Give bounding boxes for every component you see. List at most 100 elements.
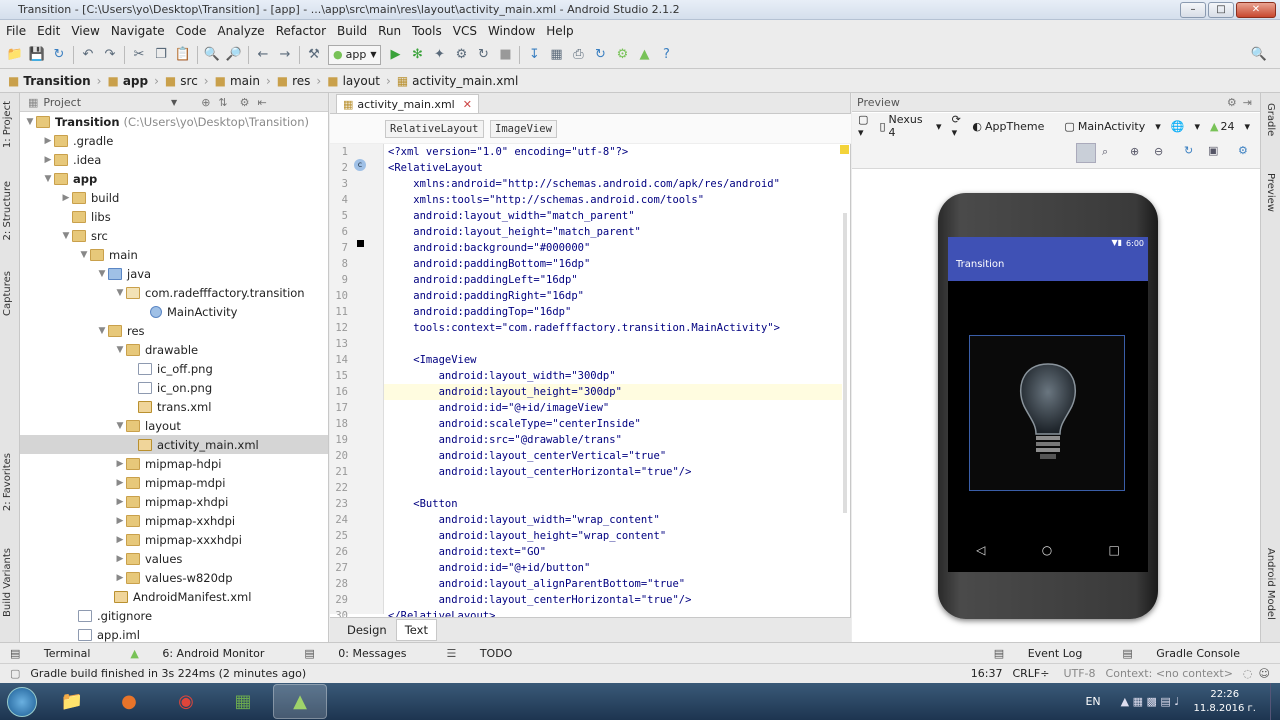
expand-icon[interactable]: ▼ <box>96 269 108 279</box>
tray-icons[interactable]: ▲ ▦ ▩ ▤ ♩ <box>1121 695 1180 708</box>
tree-item[interactable]: ▶ build <box>20 188 328 207</box>
paste-icon[interactable]: 📋 <box>172 44 194 66</box>
menu-tools[interactable]: Tools <box>406 24 447 38</box>
expand-icon[interactable]: ▼ <box>114 421 126 431</box>
gear-icon[interactable]: ⚙ <box>1227 96 1237 109</box>
tree-item[interactable]: libs <box>20 207 328 226</box>
terminal-tab[interactable]: ▤ Terminal <box>10 647 110 660</box>
save-icon[interactable]: 💾 <box>26 44 48 66</box>
code-line[interactable]: tools:context="com.radefffactory.transit… <box>388 320 780 336</box>
tree-item[interactable]: ▶ .idea <box>20 150 328 169</box>
tree-item[interactable]: ▶ values <box>20 549 328 568</box>
code-line[interactable]: android:layout_centerHorizontal="true"/> <box>388 592 692 608</box>
hide-panel-icon[interactable]: ⇤ <box>258 96 267 109</box>
event-log-tab[interactable]: ▤ Event Log <box>994 647 1103 660</box>
tree-item[interactable]: ▼ layout <box>20 416 328 435</box>
gear-icon[interactable]: ⚙ <box>1238 144 1248 157</box>
tree-item[interactable]: ▶ mipmap-xhdpi <box>20 492 328 511</box>
code-line[interactable]: android:layout_width="300dp" <box>388 368 616 384</box>
orientation-button[interactable]: ⟳ ▾ <box>952 113 963 139</box>
tree-item[interactable]: ▼ src <box>20 226 328 245</box>
search-everywhere-icon[interactable]: 🔍 <box>1248 44 1270 66</box>
tab-favorites[interactable]: 2: Favorites <box>2 453 13 511</box>
code-line[interactable]: android:paddingBottom="16dp" <box>388 256 590 272</box>
collapse-icon[interactable]: ▶ <box>42 136 54 146</box>
code-line[interactable]: android:src="@drawable/trans" <box>388 432 622 448</box>
tab-text[interactable]: Text <box>395 619 437 641</box>
breadcrumb-item[interactable]: ▦ activity_main.xml <box>397 74 519 88</box>
replace-icon[interactable]: 🔎 <box>223 44 245 66</box>
minimize-button[interactable]: – <box>1180 1 1206 18</box>
sdk-manager-icon[interactable]: ↧ <box>523 44 545 66</box>
code-line[interactable]: <?xml version="1.0" encoding="utf-8"?> <box>388 144 628 160</box>
caret-position[interactable]: 16:37 <box>971 667 1003 680</box>
menu-vcs[interactable]: VCS <box>447 24 482 38</box>
taskbar-android-studio[interactable]: ▲ <box>273 684 327 719</box>
breadcrumb-item[interactable]: ■ res › <box>277 74 321 88</box>
gear-icon[interactable]: ⚙ <box>240 96 250 109</box>
tab-preview[interactable]: Preview <box>1265 173 1276 212</box>
messages-tab[interactable]: ▤ 0: Messages <box>304 647 426 660</box>
breadcrumb-item[interactable]: ■ main › <box>215 74 271 88</box>
taskbar-firefox[interactable]: ● <box>102 684 156 719</box>
tab-activity-main[interactable]: ▦ activity_main.xml ✕ <box>336 94 479 113</box>
profile-icon[interactable]: ⚙ <box>450 44 472 66</box>
code-line[interactable]: xmlns:android="http://schemas.android.co… <box>388 176 780 192</box>
tag-crumb-imageview[interactable]: ImageView <box>490 120 557 138</box>
scrollbar[interactable] <box>843 213 847 513</box>
code-line[interactable]: android:layout_width="match_parent" <box>388 208 634 224</box>
code-line[interactable]: android:paddingTop="16dp" <box>388 304 571 320</box>
tree-item[interactable]: ▼ drawable <box>20 340 328 359</box>
avd-manager-icon[interactable]: ⎙ <box>567 44 589 66</box>
code-line[interactable]: xmlns:tools="http://schemas.android.com/… <box>388 192 704 208</box>
tree-item[interactable]: ▶ mipmap-hdpi <box>20 454 328 473</box>
tag-crumb-relativelayout[interactable]: RelativeLayout <box>385 120 484 138</box>
tree-item[interactable]: AndroidManifest.xml <box>20 587 328 606</box>
tree-item[interactable]: ▶ mipmap-xxxhdpi <box>20 530 328 549</box>
menu-navigate[interactable]: Navigate <box>105 24 170 38</box>
tree-item[interactable]: trans.xml <box>20 397 328 416</box>
zoom-out-icon[interactable]: ⊖ <box>1154 145 1163 158</box>
status-message[interactable]: Gradle build finished in 3s 224ms (2 min… <box>30 667 306 680</box>
tree-item[interactable]: ▶ .gradle <box>20 131 328 150</box>
undo-icon[interactable]: ↶ <box>77 44 99 66</box>
run-icon[interactable]: ▶ <box>384 44 406 66</box>
input-language[interactable]: EN <box>1085 695 1100 708</box>
device-monitor-icon[interactable]: ⚙ <box>611 44 633 66</box>
taskbar-app-green[interactable]: ▦ <box>216 684 270 719</box>
code-line[interactable]: android:text="GO" <box>388 544 546 560</box>
breadcrumb-item[interactable]: ■ src › <box>165 74 209 88</box>
taskbar-explorer[interactable]: 📁 <box>45 684 99 719</box>
cut-icon[interactable]: ✂ <box>128 44 150 66</box>
gradle-sync-icon[interactable]: ↻ <box>589 44 611 66</box>
menu-run[interactable]: Run <box>372 24 406 38</box>
run-config-select[interactable]: ● app ▼ <box>328 44 382 65</box>
tab-project[interactable]: 1: Project <box>2 101 13 148</box>
tab-structure[interactable]: 2: Structure <box>2 181 13 240</box>
attach-debugger-icon[interactable]: ✦ <box>428 44 450 66</box>
file-encoding[interactable]: UTF-8 <box>1063 667 1095 680</box>
breadcrumb-item[interactable]: ■ Transition › <box>8 74 101 88</box>
code-line[interactable]: <Button <box>388 496 457 512</box>
color-swatch-icon[interactable] <box>357 240 364 247</box>
sync-icon[interactable]: ↻ <box>48 44 70 66</box>
expand-icon[interactable]: ▼ <box>42 174 54 184</box>
render-options-button[interactable]: ▢ ▾ <box>858 113 869 139</box>
expand-icon[interactable]: ▼ <box>114 345 126 355</box>
collapse-icon[interactable]: ▶ <box>114 535 126 545</box>
tab-captures[interactable]: Captures <box>2 271 13 316</box>
copy-icon[interactable]: ❐ <box>150 44 172 66</box>
breadcrumb-item[interactable]: ■ layout › <box>327 74 391 88</box>
hide-panel-icon[interactable]: ⇥ <box>1243 96 1252 109</box>
code-line[interactable]: android:paddingLeft="16dp" <box>388 272 577 288</box>
expand-icon[interactable]: ▼ <box>114 288 126 298</box>
chevron-down-icon[interactable]: ▼ <box>171 98 177 107</box>
code-line[interactable]: android:layout_alignParentBottom="true" <box>388 576 686 592</box>
tree-item[interactable]: .gitignore <box>20 606 328 625</box>
back-icon[interactable]: ← <box>252 44 274 66</box>
context-indicator[interactable]: Context: <no context> <box>1106 667 1233 680</box>
code-line[interactable]: android:scaleType="centerInside" <box>388 416 641 432</box>
stop-icon[interactable]: ■ <box>494 44 516 66</box>
hector-icon[interactable]: ☺ <box>1259 667 1270 680</box>
code-line[interactable]: android:layout_centerVertical="true" <box>388 448 667 464</box>
